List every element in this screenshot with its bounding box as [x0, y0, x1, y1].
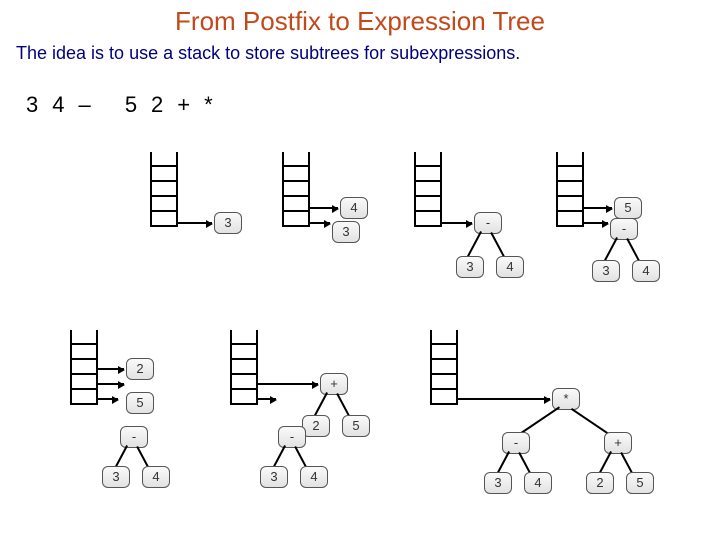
arrow-icon	[258, 383, 318, 385]
arrow-icon	[442, 222, 472, 224]
tree-edge	[604, 237, 618, 262]
tree-node: -	[474, 212, 502, 234]
tree-node: -	[610, 218, 638, 240]
arrow-icon	[98, 368, 124, 370]
tree-node: +	[320, 373, 348, 395]
tree-node: 2	[586, 472, 614, 494]
tree-node: 3	[214, 212, 242, 234]
stack-step-1	[150, 152, 178, 227]
tree-node: 3	[456, 256, 484, 278]
arrow-icon	[458, 398, 550, 400]
tree-node: 3	[592, 260, 620, 282]
tree-node: -	[120, 426, 148, 448]
stack-step-6	[230, 330, 258, 405]
arrow-icon	[98, 383, 124, 385]
tree-node: 2	[126, 358, 154, 380]
tree-node: 3	[260, 466, 288, 488]
tree-node: 3	[102, 466, 130, 488]
tree-node: 3	[332, 221, 360, 243]
tree-node: 4	[340, 197, 368, 219]
tree-node: 4	[524, 472, 552, 494]
tree-edge	[467, 231, 482, 258]
tree-node: +	[604, 432, 632, 454]
arrow-icon	[584, 222, 608, 224]
arrow-icon	[178, 222, 212, 224]
stack-step-2	[282, 152, 310, 227]
diagram-stage: 3 4 3 - 3 4 5 - 3 4 2 5 - 3 4 + 2	[0, 0, 720, 540]
arrow-icon	[310, 222, 330, 224]
tree-node: 4	[496, 256, 524, 278]
arrow-icon	[98, 398, 118, 400]
tree-node: 4	[142, 466, 170, 488]
tree-node: 5	[126, 392, 154, 414]
tree-node: 4	[300, 466, 328, 488]
tree-node: 5	[626, 472, 654, 494]
tree-node: 4	[632, 260, 660, 282]
arrow-icon	[258, 398, 276, 400]
tree-node: *	[552, 388, 580, 410]
tree-node: 5	[614, 197, 642, 219]
tree-edge	[314, 392, 328, 417]
stack-step-5	[70, 330, 98, 405]
stack-step-7	[430, 330, 458, 405]
stack-step-3	[414, 152, 442, 227]
tree-node: 2	[302, 415, 330, 437]
arrow-icon	[310, 207, 338, 209]
arrow-icon	[584, 207, 612, 209]
tree-node: -	[502, 432, 530, 454]
tree-node: -	[278, 426, 306, 448]
tree-node: 5	[342, 415, 370, 437]
stack-step-4	[556, 152, 584, 227]
tree-node: 3	[484, 472, 512, 494]
